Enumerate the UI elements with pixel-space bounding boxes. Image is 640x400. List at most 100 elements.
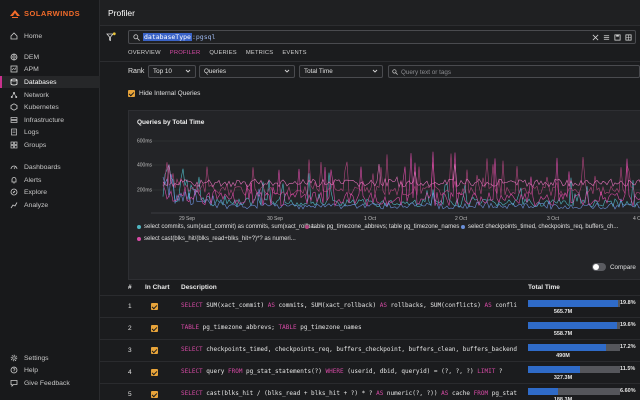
compare-toggle[interactable]: Compare: [592, 263, 636, 271]
clear-icon[interactable]: [592, 34, 599, 41]
chevron-down-icon: [372, 69, 378, 73]
total-time-bar-fill: [528, 344, 607, 351]
x-tick-label: 4 Oct: [633, 216, 640, 222]
query-description[interactable]: SELECT SUM(xact_commit) AS commits, SUM(…: [181, 302, 521, 309]
query-description[interactable]: SELECT checkpoints_timed, checkpoints_re…: [181, 346, 521, 353]
table-row[interactable]: 4 SELECT query FROM pg_stat_statements(?)…: [100, 361, 640, 383]
sql-token: SELECT: [181, 368, 203, 375]
filter-settings-icon[interactable]: [106, 32, 116, 42]
legend-item[interactable]: table pg_timezone_abbrevs; table pg_time…: [305, 224, 459, 230]
sidebar-item-groups[interactable]: Groups: [0, 139, 100, 151]
checkbox-checked[interactable]: [128, 90, 135, 97]
x-tick-label: 29 Sep: [179, 216, 195, 222]
query-search-field[interactable]: [388, 65, 640, 78]
gear-icon: [10, 354, 18, 362]
sql-token: (conflicts): [441, 302, 485, 309]
table-row[interactable]: 5 SELECT cast(blks_hit / (blks_read + blk…: [100, 383, 640, 400]
table-row[interactable]: 2 TABLE pg_timezone_abbrevs; TABLE pg_tim…: [100, 317, 640, 339]
sidebar-item-explore[interactable]: Explore: [0, 186, 100, 198]
legend-label: table pg_timezone_abbrevs; table pg_time…: [312, 224, 460, 230]
sql-token: LIMIT: [477, 368, 496, 375]
sidebar-item-label: Give Feedback: [24, 379, 70, 387]
sidebar-item-infrastructure[interactable]: Infrastructure: [0, 114, 100, 126]
sidebar-item-logs[interactable]: Logs: [0, 126, 100, 138]
legend-item[interactable]: select checkpoints_timed, checkpoints_re…: [461, 224, 618, 230]
total-time-value: 490M: [556, 353, 570, 359]
list-icon[interactable]: [603, 34, 610, 41]
sidebar-item-label: Help: [24, 366, 38, 374]
query-description[interactable]: SELECT cast(blks_hit / (blks_read + blks…: [181, 390, 521, 397]
sql-token: FROM: [473, 390, 489, 397]
sidebar-item-network[interactable]: Network: [0, 89, 100, 101]
sql-token: AS: [379, 302, 387, 309]
sidebar-item-give-feedback[interactable]: Give Feedback: [0, 377, 100, 389]
sql-token: ?: [495, 368, 503, 375]
sidebar-item-alerts[interactable]: Alerts: [0, 174, 100, 186]
legend-item[interactable]: select cast(blks_hit/(blks_read+blks_hit…: [137, 236, 296, 242]
query-description[interactable]: TABLE pg_timezone_abbrevs; TABLE pg_time…: [181, 324, 521, 331]
column-header-description[interactable]: Description: [181, 284, 217, 291]
save-icon[interactable]: [614, 34, 621, 41]
filter-row: databaseType:pgsql: [100, 26, 640, 48]
legend-dot: [305, 225, 309, 229]
sql-token: (userid, dbid, queryid) = (?, ?, ?): [343, 368, 478, 375]
hide-internal-queries-checkbox[interactable]: Hide Internal Queries: [128, 90, 200, 97]
column-header-in-chart[interactable]: In Chart: [145, 284, 170, 291]
grid-icon[interactable]: [625, 34, 632, 41]
row-number: 4: [128, 369, 132, 376]
sql-token: SUM: [311, 302, 322, 309]
query-search-input[interactable]: [401, 67, 631, 77]
metric-select[interactable]: Total Time: [299, 65, 383, 78]
infrastructure-icon: [10, 117, 18, 123]
queries-chart[interactable]: 600ms 400ms 200ms 29 Sep 30 Sep 1 Oct 2 Oct 3 O…: [129, 131, 640, 251]
sidebar-item-analyze[interactable]: Analyze: [0, 199, 100, 211]
table-row[interactable]: 1 SELECT SUM(xact_commit) AS commits, SUM…: [100, 295, 640, 317]
sidebar-item-databases[interactable]: Databases: [0, 76, 100, 88]
compare-switch[interactable]: [592, 263, 606, 271]
help-icon: [10, 366, 18, 374]
total-time-value: 558.7M: [553, 331, 573, 337]
sql-token: AS: [484, 302, 492, 309]
search-input[interactable]: databaseType:pgsql: [128, 30, 636, 44]
sidebar-item-help[interactable]: Help: [0, 364, 100, 376]
top-n-select[interactable]: Top 10: [148, 65, 196, 78]
in-chart-checkbox[interactable]: [151, 347, 158, 354]
query-description[interactable]: SELECT query FROM pg_stat_statements(?) …: [181, 368, 521, 375]
sidebar-item-apm[interactable]: APM: [0, 63, 100, 75]
series-line-3[interactable]: [162, 151, 640, 207]
sidebar-item-kubernetes[interactable]: Kubernetes: [0, 101, 100, 113]
solarwinds-logo[interactable]: SOLARWINDS: [10, 9, 80, 18]
sidebar-item-dem[interactable]: DEM: [0, 51, 100, 63]
in-chart-checkbox[interactable]: [151, 391, 158, 398]
sidebar-item-dashboards[interactable]: Dashboards: [0, 161, 100, 173]
sql-token: checkpoints_timed, checkpoints_req, buff…: [202, 346, 517, 353]
tab-divider: [100, 61, 640, 62]
apm-icon: [10, 65, 18, 73]
in-chart-checkbox[interactable]: [151, 369, 158, 376]
total-time-percent: 19.6%: [620, 322, 636, 328]
sql-token: AS: [267, 302, 275, 309]
brand-name: SOLARWINDS: [24, 9, 81, 18]
sidebar: SOLARWINDS Home DEM APM Databases Network Kub…: [0, 0, 100, 400]
sql-token: pg_timezone_names: [296, 324, 362, 331]
x-tick-label: 2 Oct: [455, 216, 468, 222]
legend-item[interactable]: select commits, sum(xact_commit) as comm…: [137, 224, 319, 230]
sidebar-item-label: Kubernetes: [24, 103, 59, 111]
sql-token: SELECT: [181, 346, 203, 353]
table-row[interactable]: 3 SELECT checkpoints_timed, checkpoints_r…: [100, 339, 640, 361]
column-header-number[interactable]: #: [128, 284, 132, 291]
legend-dot: [137, 225, 141, 229]
rank-type-select[interactable]: Queries: [199, 65, 295, 78]
feedback-icon: [10, 380, 18, 387]
in-chart-checkbox[interactable]: [151, 303, 158, 310]
total-time-percent: 17.2%: [620, 344, 636, 350]
in-chart-checkbox[interactable]: [151, 325, 158, 332]
column-header-total-time[interactable]: Total Time: [528, 284, 560, 291]
sidebar-item-home[interactable]: Home: [0, 30, 100, 42]
sidebar-item-settings[interactable]: Settings: [0, 352, 100, 364]
sidebar-item-label: Infrastructure: [24, 116, 65, 124]
rank-type-value: Queries: [204, 68, 227, 75]
sql-token: SELECT: [181, 390, 203, 397]
sql-token: WHERE: [325, 368, 344, 375]
total-time-bar-fill: [528, 300, 619, 307]
